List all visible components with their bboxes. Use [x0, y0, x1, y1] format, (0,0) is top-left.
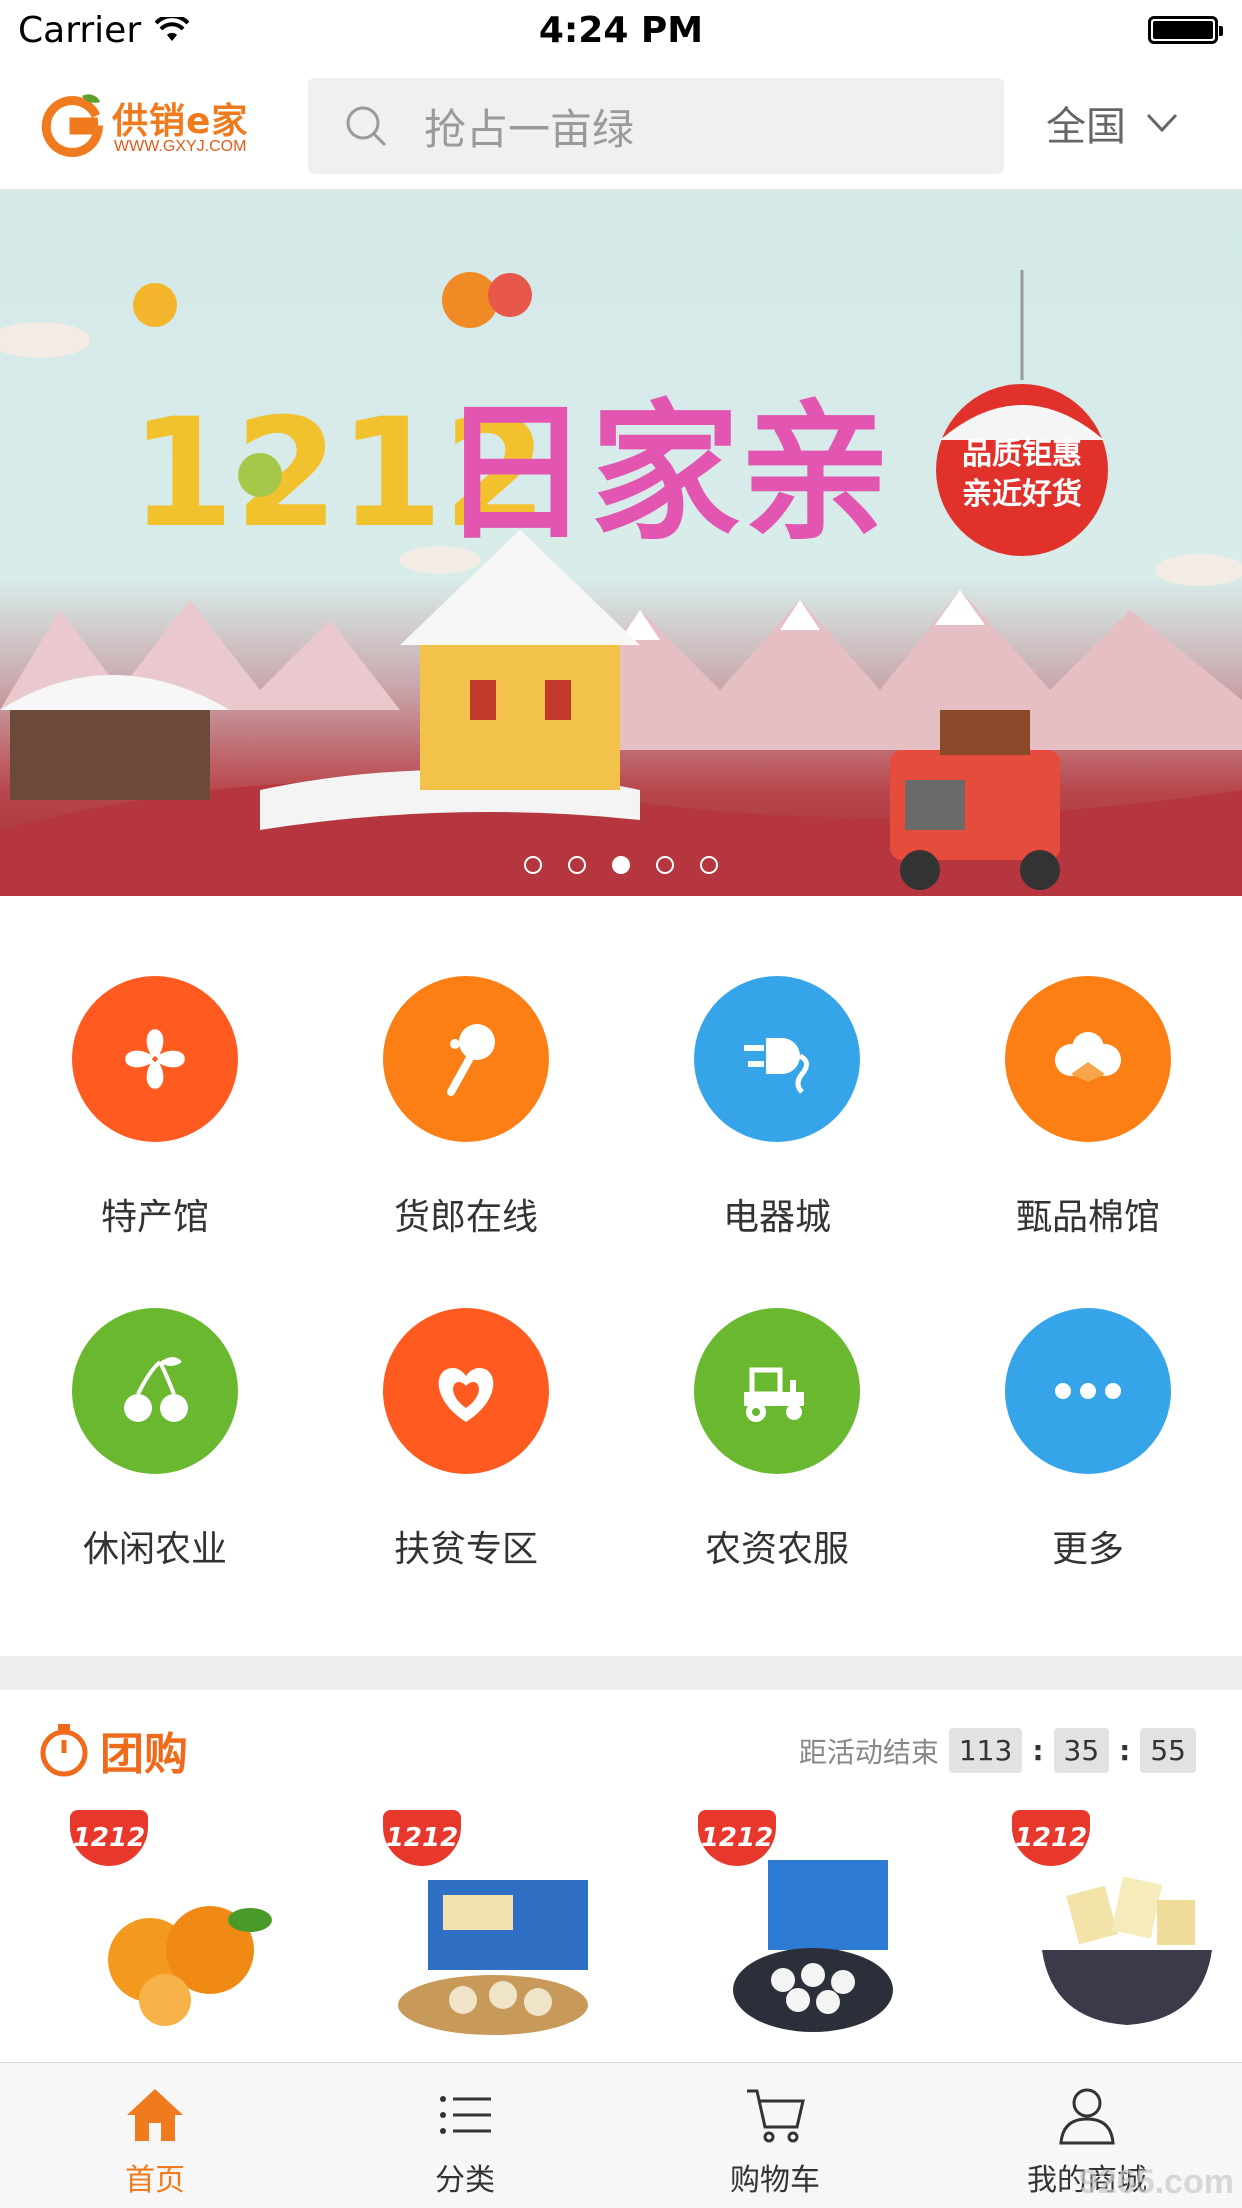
group-buy-title[interactable]: 团购: [38, 1718, 188, 1782]
tractor-icon: [694, 1308, 860, 1474]
pagination-dot[interactable]: [612, 856, 630, 874]
product-card[interactable]: 1212: [1012, 1810, 1242, 2050]
tab-home[interactable]: 首页: [0, 2063, 310, 2208]
stopwatch-icon: [40, 1724, 88, 1777]
battery-icon: [1148, 16, 1223, 44]
promo-banner[interactable]: 1212 日家亲 品质钜惠 亲近好货: [0, 190, 1242, 896]
tab-home-label: 首页: [125, 2163, 185, 2198]
region-label: 全国: [1046, 104, 1126, 150]
cherry-icon: [72, 1308, 238, 1474]
region-selector[interactable]: 全国: [1046, 94, 1178, 152]
pagination-dot[interactable]: [524, 856, 542, 874]
pagination-dot[interactable]: [656, 856, 674, 874]
category-item[interactable]: 特产馆: [35, 976, 275, 1276]
category-label: 农资农服: [704, 1529, 849, 1570]
countdown-separator: :: [1032, 1734, 1044, 1767]
logo-text: 供销e家: [112, 101, 249, 142]
pagination-dot[interactable]: [568, 856, 586, 874]
banner-headline-text: 日家亲: [440, 387, 890, 561]
tab-category-label: 分类: [435, 2163, 495, 2198]
category-item[interactable]: 电器城: [657, 976, 897, 1276]
biscuits-box-image: [398, 1880, 588, 2035]
banner-promo-line2: 亲近好货: [962, 477, 1082, 512]
logo-g-icon: [41, 94, 104, 158]
countdown-separator: :: [1119, 1734, 1131, 1767]
banner-promo-line1: 品质钜惠: [962, 437, 1082, 472]
product-card[interactable]: 1212: [698, 1810, 928, 2050]
category-item[interactable]: 甄品棉馆: [968, 976, 1208, 1276]
pagination-dot[interactable]: [700, 856, 718, 874]
countdown: 距活动结束 113 : 35 : 55: [799, 1728, 1196, 1773]
cotton-icon: [1005, 976, 1171, 1142]
product-card[interactable]: 1212: [383, 1810, 613, 2050]
category-item[interactable]: 货郎在线: [346, 976, 586, 1276]
countdown-seconds: 55: [1140, 1728, 1196, 1773]
user-icon: [1059, 2088, 1115, 2145]
watermark: 9265.com: [1079, 2163, 1234, 2201]
tab-bar: 首页 分类 购物车 我的商城 9265.com: [0, 2062, 1242, 2208]
header: 供销e家 WWW.GXYJ.COM 抢占一亩绿 全国: [0, 60, 1242, 190]
search-icon: [346, 106, 387, 147]
category-label: 货郎在线: [393, 1197, 538, 1238]
group-buy-section: 团购 距活动结束 113 : 35 : 55 1212 1212 1212 12…: [0, 1690, 1242, 2062]
section-divider: [0, 1656, 1242, 1690]
chevron-down-icon: [1146, 113, 1178, 133]
search-placeholder: 抢占一亩绿: [424, 104, 635, 154]
category-item[interactable]: 农资农服: [657, 1308, 897, 1608]
home-icon: [127, 2089, 183, 2141]
list-icon: [440, 2096, 491, 2134]
logo-url: WWW.GXYJ.COM: [114, 138, 247, 155]
status-left: Carrier: [18, 9, 190, 51]
heart-hands-icon: [383, 1308, 549, 1474]
clover-icon: [72, 976, 238, 1142]
countdown-minutes: 35: [1053, 1728, 1110, 1773]
tab-category[interactable]: 分类: [310, 2063, 620, 2208]
plug-icon: [694, 976, 860, 1142]
snack-bowl-image: [1042, 1876, 1212, 2025]
milk-tablets-image: [733, 1860, 893, 2032]
category-item[interactable]: 更多: [968, 1308, 1208, 1608]
countdown-hours: 113: [948, 1728, 1023, 1773]
category-label: 甄品棉馆: [1015, 1197, 1160, 1238]
oranges-image: [108, 1906, 272, 2026]
logo[interactable]: 供销e家 WWW.GXYJ.COM: [38, 84, 268, 164]
category-label: 特产馆: [100, 1197, 209, 1238]
status-bar: Carrier 4:24 PM: [0, 0, 1242, 60]
category-label: 扶贫专区: [393, 1529, 538, 1570]
banner-pagination: [0, 856, 1242, 874]
group-buy-label: 团购: [100, 1729, 188, 1780]
category-label: 电器城: [722, 1197, 831, 1238]
countdown-label: 距活动结束: [798, 1735, 939, 1769]
banner-promo-text: 品质钜惠 亲近好货: [955, 435, 1089, 515]
carrier-label: Carrier: [18, 9, 142, 51]
tab-cart[interactable]: 购物车: [620, 2063, 930, 2208]
cart-icon: [747, 2089, 805, 2143]
banner-illustration: 1212 日家亲: [0, 270, 1242, 896]
tab-cart-label: 购物车: [730, 2163, 820, 2198]
category-grid: 特产馆 货郎在线 电器城 甄品棉馆休闲农业 扶贫专区 农资农服 更多: [0, 896, 1242, 1656]
category-label: 更多: [1051, 1529, 1124, 1570]
more-icon: [1005, 1308, 1171, 1474]
product-card[interactable]: 1212: [70, 1810, 300, 2050]
category-label: 休闲农业: [82, 1529, 227, 1570]
wifi-icon: [155, 17, 190, 41]
search-input[interactable]: 抢占一亩绿: [308, 78, 1004, 174]
category-item[interactable]: 休闲农业: [35, 1308, 275, 1608]
rattle-drum-icon: [383, 976, 549, 1142]
product-list: 1212 1212 1212 1212: [0, 1810, 1242, 2050]
category-item[interactable]: 扶贫专区: [346, 1308, 586, 1608]
